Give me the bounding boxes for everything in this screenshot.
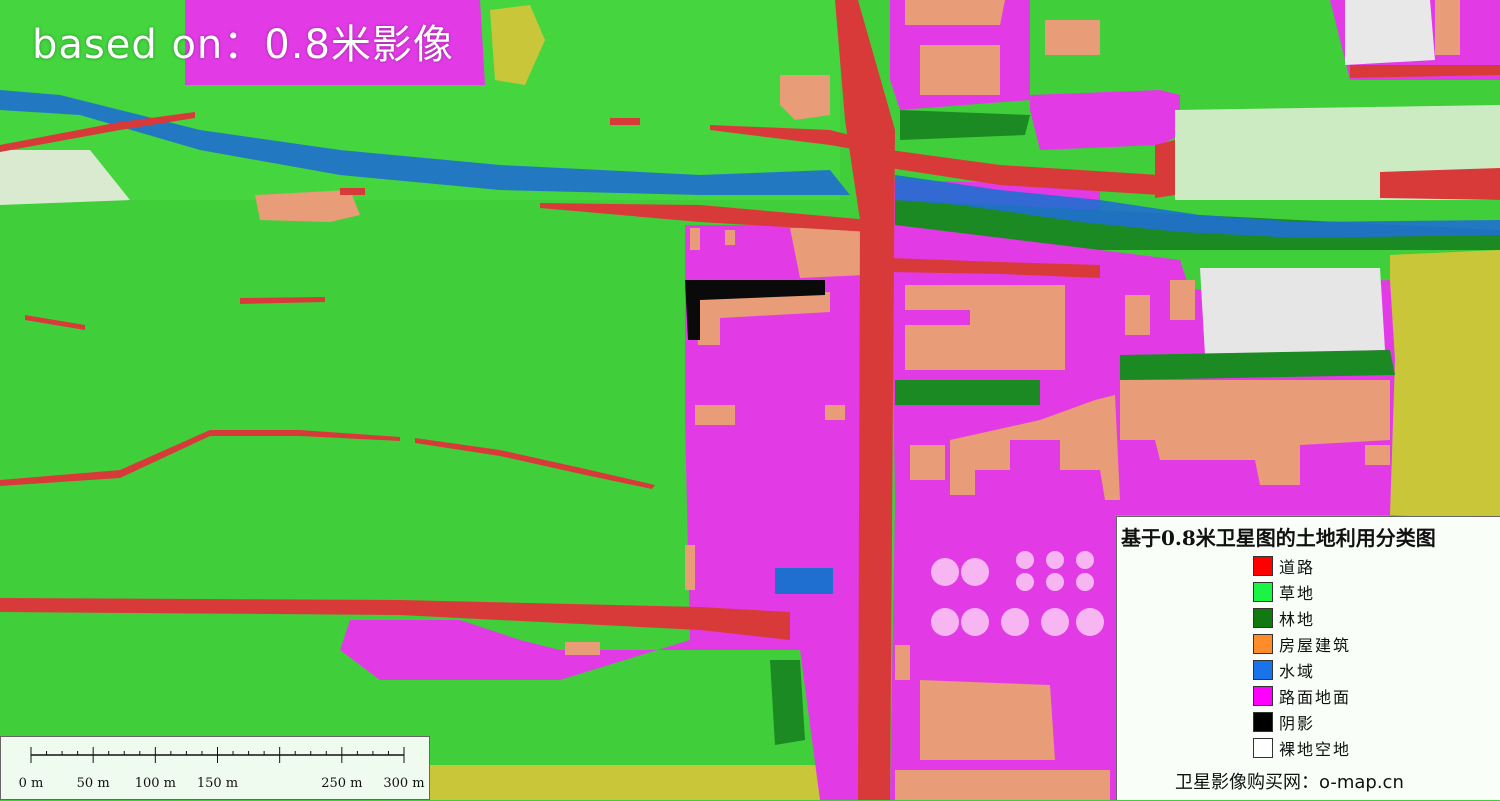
legend-swatch [1253, 738, 1273, 758]
legend-item: 阴影 [1253, 709, 1351, 735]
legend-item: 路面地面 [1253, 683, 1351, 709]
farmland-patch [430, 765, 850, 800]
paved-surface-area [1030, 90, 1180, 150]
legend-list: 道路 草地 林地 房屋建筑 水域 路面地面 阴影 裸地空地 [1253, 553, 1351, 761]
legend-swatch [1253, 686, 1273, 706]
forest-strip [770, 660, 805, 745]
legend-label: 林地 [1279, 610, 1316, 629]
legend-label: 阴影 [1279, 714, 1316, 733]
scale-bar-tick-label: 50 m [77, 776, 110, 791]
scale-bar-tick-label: 100 m [135, 776, 176, 791]
legend-label: 房屋建筑 [1279, 636, 1352, 655]
forest-strip [900, 110, 1030, 140]
legend-item: 裸地空地 [1253, 735, 1351, 761]
pond-water [775, 568, 833, 594]
legend-item: 林地 [1253, 605, 1351, 631]
forest-strip [895, 380, 1040, 405]
imagery-source-caption: based on：0.8米影像 [32, 22, 454, 68]
scale-bar-graphic: 0 m 50 m 100 m 150 m 250 m 300 m [19, 747, 425, 791]
legend-title: 基于0.8米卫星图的土地利用分类图 [1121, 526, 1436, 550]
legend-swatch [1253, 712, 1273, 732]
legend-label: 水域 [1279, 662, 1316, 681]
legend-swatch [1253, 582, 1273, 602]
bare-land-patch [1345, 0, 1435, 65]
map-legend: 基于0.8米卫星图的土地利用分类图 道路 草地 林地 房屋建筑 水域 路面地面 … [1116, 516, 1500, 800]
bare-land-patch [1200, 268, 1385, 355]
legend-swatch [1253, 660, 1273, 680]
legend-label: 道路 [1279, 558, 1316, 577]
scale-bar-tick-label: 250 m [321, 776, 362, 791]
legend-item: 草地 [1253, 579, 1351, 605]
legend-item: 水域 [1253, 657, 1351, 683]
scale-bar: 0 m 50 m 100 m 150 m 250 m 300 m [0, 736, 430, 800]
scale-bar-tick-label: 0 m [19, 776, 44, 791]
legend-swatch [1253, 634, 1273, 654]
scale-bar-tick-label: 150 m [197, 776, 238, 791]
legend-item: 房屋建筑 [1253, 631, 1351, 657]
legend-label: 路面地面 [1279, 688, 1352, 707]
legend-swatch [1253, 608, 1273, 628]
legend-source-text: 卫星影像购买网：o-map.cn [1175, 772, 1404, 793]
scale-bar-tick-label: 300 m [383, 776, 424, 791]
legend-swatch [1253, 556, 1273, 576]
farmland-patch [1390, 250, 1500, 520]
legend-item: 道路 [1253, 553, 1351, 579]
forest-strip [1120, 350, 1395, 380]
legend-label: 草地 [1279, 584, 1316, 603]
legend-label: 裸地空地 [1279, 740, 1352, 759]
